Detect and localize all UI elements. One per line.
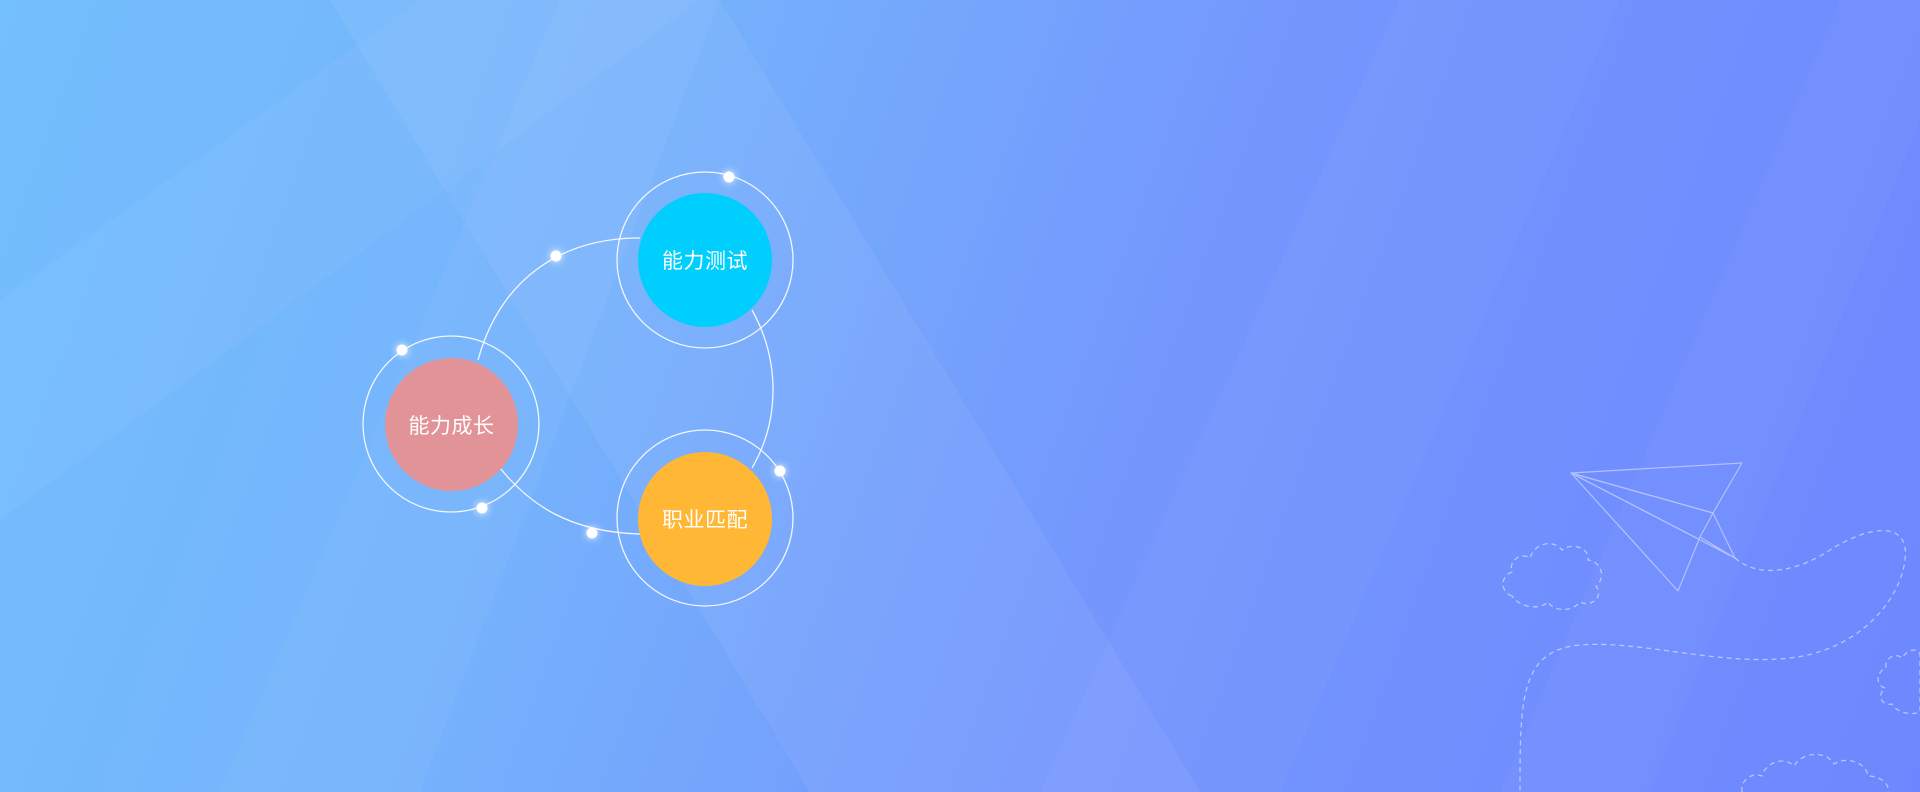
paper-plane-icon — [1570, 462, 1743, 592]
cloud-icon — [1877, 649, 1920, 715]
cloud-icon — [1502, 542, 1603, 611]
dashed-flight-path — [1519, 529, 1906, 792]
cloud-icon — [1741, 753, 1889, 792]
decoration-layer — [1502, 462, 1920, 792]
